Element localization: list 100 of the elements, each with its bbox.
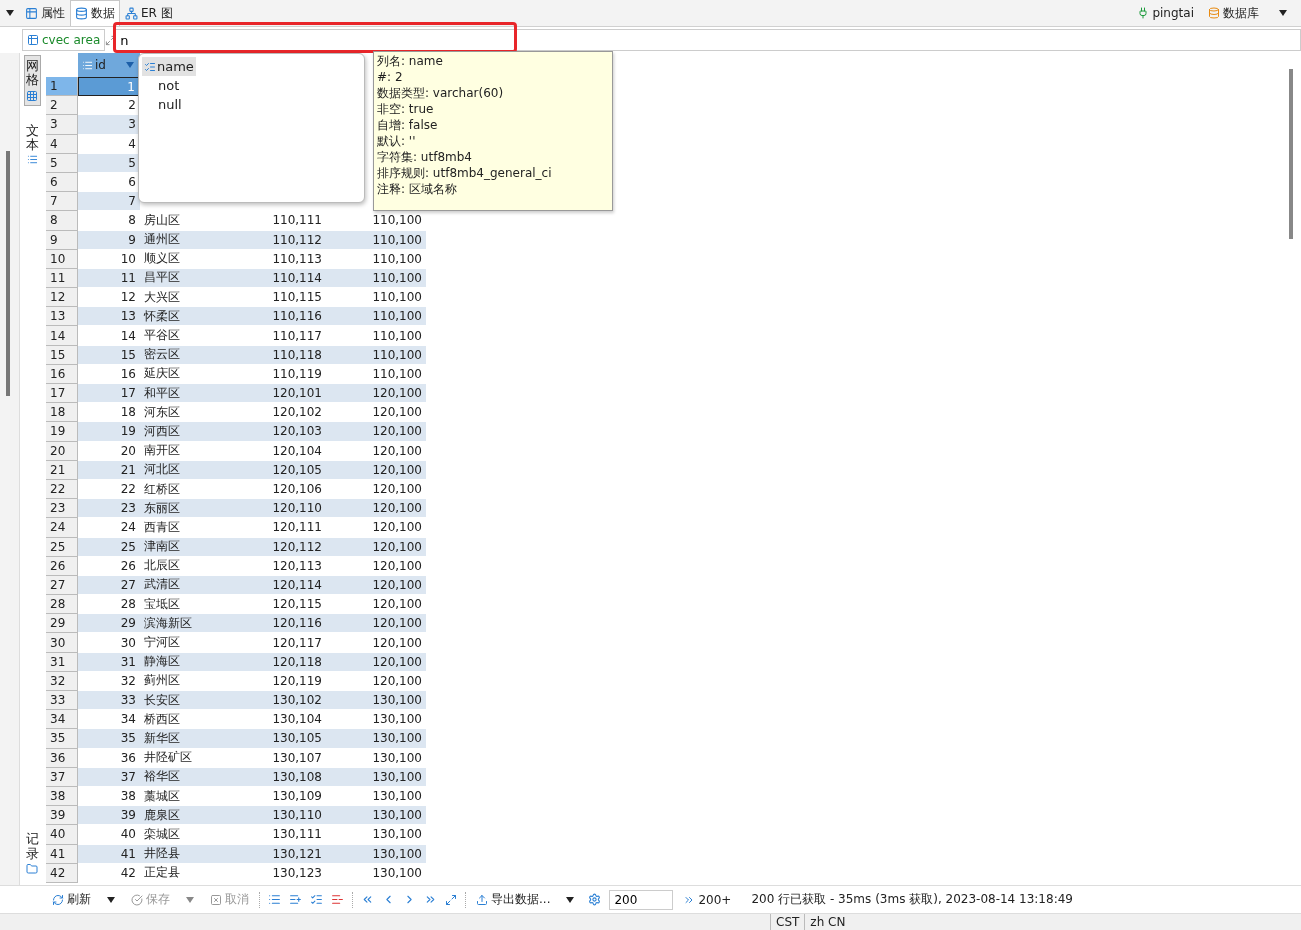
table-cell: 昌平区 [140, 268, 220, 289]
table-cell: 13 [78, 307, 140, 327]
side-tab[interactable]: 文本 [23, 119, 41, 170]
number-type-icon [82, 59, 93, 71]
autocomplete-item[interactable]: not [142, 76, 182, 95]
table-cell: 27 [78, 575, 140, 596]
status-item: zh CN [804, 914, 851, 930]
export-button[interactable]: 导出数据... [474, 891, 553, 908]
datasource-link[interactable]: pingtai [1137, 6, 1194, 20]
table-cell: 120,105 [220, 460, 326, 480]
row-number: 12 [46, 288, 78, 308]
status-item: CST [770, 914, 805, 930]
delete-row-icon[interactable] [331, 893, 344, 906]
table-cell: 120,101 [220, 384, 326, 404]
table-cell: 110,112 [220, 230, 326, 250]
database-link[interactable]: 数据库 [1208, 4, 1259, 22]
table-cell: 静海区 [140, 652, 220, 672]
fetch-more-button[interactable]: 200+ [681, 892, 734, 907]
fetch-size-field[interactable]: 200 [609, 889, 674, 910]
table-cell: 110,100 [326, 230, 426, 250]
first-page-icon[interactable] [361, 893, 374, 906]
row-number: 21 [46, 460, 78, 480]
database-icon [75, 7, 88, 20]
row-number: 13 [46, 307, 78, 327]
row-number: 29 [46, 614, 78, 634]
row-number: 19 [46, 422, 78, 442]
table-cell: 31 [78, 652, 140, 672]
row-number: 32 [46, 671, 78, 691]
table-cell: 37 [78, 767, 140, 787]
table-cell: 长安区 [140, 691, 220, 711]
row-number: 40 [46, 825, 78, 845]
table-cell: 7 [78, 192, 140, 212]
table-cell: 120,100 [326, 575, 426, 596]
add-row-icon[interactable] [289, 893, 302, 906]
row-number: 7 [46, 192, 78, 212]
refresh-icon [52, 893, 64, 906]
plug-icon [1137, 7, 1150, 19]
table-cell: 120,114 [220, 575, 326, 596]
tooltip-line: #: 2 [377, 69, 404, 85]
scrollbar[interactable] [1289, 69, 1293, 239]
row-number: 36 [46, 748, 78, 768]
row-number: 30 [46, 633, 78, 653]
tab[interactable]: ER 图 [120, 0, 178, 26]
scrollbar[interactable] [6, 151, 10, 396]
table-cell: 33 [78, 691, 140, 711]
table-cell: 25 [78, 537, 140, 557]
tab[interactable]: 属性 [20, 0, 70, 26]
edit-row-icon[interactable] [268, 893, 281, 906]
row-number: 31 [46, 652, 78, 672]
table-cell: 120,100 [326, 460, 426, 480]
table-cell: 130,102 [220, 691, 326, 711]
filter-field[interactable]: n [116, 29, 1301, 51]
table-icon [25, 7, 38, 20]
row-number: 9 [46, 230, 78, 250]
row-number: 23 [46, 499, 78, 519]
table-cell: 110,100 [326, 307, 426, 327]
table-cell: 17 [78, 384, 140, 404]
table-cell: 21 [78, 460, 140, 480]
table-cell: 35 [78, 729, 140, 749]
row-number: 25 [46, 537, 78, 557]
tab[interactable]: 数据 [70, 0, 120, 26]
row-number: 34 [46, 710, 78, 730]
tooltip-line: 数据类型: varchar(60) [377, 85, 505, 101]
row-number: 39 [46, 806, 78, 826]
text-icon [26, 154, 38, 166]
table-cell: 密云区 [140, 345, 220, 365]
diagram-icon [125, 7, 138, 20]
tooltip-line: 排序规则: utf8mb4_general_ci [377, 165, 553, 181]
table-cell: 河西区 [140, 422, 220, 442]
side-tab[interactable]: 记录 [23, 828, 41, 879]
table-cell: 东丽区 [140, 499, 220, 519]
table-cell: 9 [78, 230, 140, 250]
table-cell: 130,105 [220, 729, 326, 749]
copy-row-icon[interactable] [310, 893, 323, 906]
column-header[interactable]: id [78, 53, 140, 77]
side-tab[interactable]: 网格 [23, 55, 41, 106]
autocomplete-item[interactable]: name [142, 57, 196, 76]
row-number: 20 [46, 441, 78, 461]
table-cell: 130,110 [220, 806, 326, 826]
settings-icon[interactable] [588, 893, 602, 906]
upload-icon [476, 893, 488, 906]
table-cell: 3 [78, 115, 140, 135]
table-cell: 井陉县 [140, 844, 220, 864]
autocomplete-item[interactable]: null [142, 95, 184, 114]
row-number: 27 [46, 575, 78, 596]
text-type-icon [144, 60, 156, 73]
table-cell: 130,100 [326, 767, 426, 787]
fit-icon[interactable] [445, 893, 457, 906]
row-number: 15 [46, 345, 78, 365]
table-cell: 29 [78, 614, 140, 634]
row-number: 18 [46, 403, 78, 423]
status-message: 200 行已获取 - 35ms (3ms 获取), 2023-08-14 13:18:49 [751, 891, 1073, 908]
last-page-icon[interactable] [424, 893, 437, 906]
row-number: 26 [46, 556, 78, 576]
row-number: 35 [46, 729, 78, 749]
row-number: 37 [46, 767, 78, 787]
table-cell: 鹿泉区 [140, 806, 220, 826]
sort-caret-icon[interactable] [124, 62, 136, 68]
table-cell: 110,118 [220, 345, 326, 365]
refresh-button[interactable]: 刷新 [50, 891, 93, 908]
